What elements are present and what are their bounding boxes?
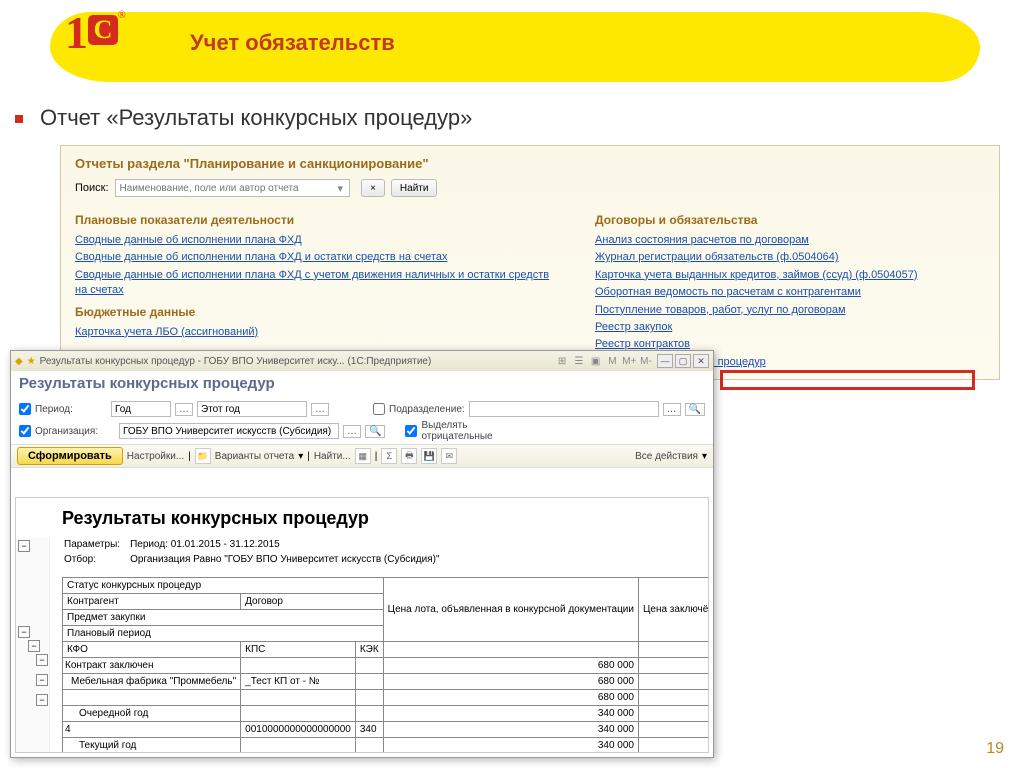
report-link[interactable]: Реестр закупок xyxy=(595,320,975,335)
th: Предмет закупки xyxy=(63,610,384,626)
save-icon[interactable]: 💾 xyxy=(421,448,437,464)
ellipsis-button[interactable]: … xyxy=(311,403,329,416)
section-plan-title: Плановые показатели деятельности xyxy=(75,213,555,227)
fav-icon[interactable]: ★ xyxy=(27,356,36,367)
tb-icon[interactable]: ⊞ xyxy=(555,356,569,367)
all-actions-link[interactable]: Все действия xyxy=(635,451,698,462)
find-link[interactable]: Найти... xyxy=(314,451,351,462)
table-row[interactable]: 680 000568 000112 000 xyxy=(63,690,710,706)
th: Статус конкурсных процедур xyxy=(63,578,384,594)
maximize-button[interactable]: ▢ xyxy=(675,354,691,368)
period-type-input[interactable] xyxy=(111,401,171,417)
data-table: Статус конкурсных процедур Цена лота, об… xyxy=(62,577,709,753)
bullet-icon xyxy=(15,115,23,123)
window-titlebar[interactable]: ◆ ★ Результаты конкурсных процедур - ГОБ… xyxy=(11,351,713,371)
report-link[interactable]: Сводные данные об исполнении плана ФХД xyxy=(75,233,555,248)
minimize-button[interactable]: — xyxy=(657,354,673,368)
report-link[interactable]: Поступление товаров, работ, услуг по дог… xyxy=(595,303,975,318)
search-dropdown-icon[interactable]: ▾ xyxy=(338,182,344,195)
report-header: Результаты конкурсных процедур xyxy=(11,371,713,396)
neg-checkbox[interactable] xyxy=(405,425,417,437)
neg-label: Выделять отрицательные xyxy=(421,420,501,442)
report-params: Параметры:Период: 01.01.2015 - 31.12.201… xyxy=(62,537,450,569)
search-icon[interactable]: 🔍 xyxy=(685,403,705,416)
highlight-rectangle xyxy=(720,370,975,390)
table-row[interactable]: 40010000000000000000340340 000284 00056 … xyxy=(63,722,710,738)
tree-gutter: − − − − − − xyxy=(16,538,50,752)
variants-link[interactable]: Варианты отчета xyxy=(215,451,294,462)
th: КЭК xyxy=(355,642,383,658)
folder-icon[interactable]: 📁 xyxy=(195,448,211,464)
tb-icon[interactable]: M xyxy=(605,356,619,367)
th: Плановый период xyxy=(63,626,384,642)
report-link[interactable]: Сводные данные об исполнении плана ФХД с… xyxy=(75,268,555,299)
period-value-input[interactable] xyxy=(197,401,307,417)
podr-input[interactable] xyxy=(469,401,659,417)
ellipsis-button[interactable]: … xyxy=(175,403,193,416)
period-checkbox[interactable] xyxy=(19,403,31,415)
logo-1c: 1C® xyxy=(65,10,126,56)
th: Контрагент xyxy=(63,594,241,610)
slide-subtitle: Отчет «Результаты конкурсных процедур» xyxy=(40,105,472,131)
th: Договор xyxy=(241,594,384,610)
report-link[interactable]: Журнал регистрации обязательств (ф.05040… xyxy=(595,250,975,265)
reports-heading: Отчеты раздела "Планирование и санкциони… xyxy=(75,156,985,171)
table-row[interactable]: Очередной год340 000284 00056 000 xyxy=(63,706,710,722)
report-link[interactable]: Карточка учета выданных кредитов, займов… xyxy=(595,268,975,283)
tb-icon[interactable]: ▣ xyxy=(589,356,603,367)
th: КПС xyxy=(241,642,356,658)
settings-link[interactable]: Настройки... xyxy=(127,451,184,462)
org-checkbox[interactable] xyxy=(19,425,31,437)
collapse-toggle[interactable]: − xyxy=(36,674,48,686)
table-row[interactable]: Контракт заключен680 000568 000112 000 xyxy=(63,658,710,674)
search-input[interactable] xyxy=(115,179,350,197)
podr-label: Подразделение: xyxy=(389,404,465,415)
collapse-toggle[interactable]: − xyxy=(28,640,40,652)
page-number: 19 xyxy=(986,740,1004,758)
sum-icon[interactable]: Σ xyxy=(381,448,397,464)
th: Цена заключённого контракта xyxy=(638,578,709,642)
collapse-toggle[interactable]: − xyxy=(36,694,48,706)
window-1c: ◆ ★ Результаты конкурсных процедур - ГОБ… xyxy=(10,350,714,758)
tb-icon[interactable]: M+ xyxy=(622,356,636,367)
mail-icon[interactable]: ✉ xyxy=(441,448,457,464)
section-contracts-title: Договоры и обязательства xyxy=(595,213,975,227)
report-body: − − − − − − Результаты конкурсных процед… xyxy=(15,497,709,753)
window-title-text: Результаты конкурсных процедур - ГОБУ ВП… xyxy=(40,356,551,367)
clear-search-button[interactable]: × xyxy=(361,179,385,197)
report-link[interactable]: Оборотная ведомость по расчетам с контра… xyxy=(595,285,975,300)
close-button[interactable]: ✕ xyxy=(693,354,709,368)
podr-checkbox[interactable] xyxy=(373,403,385,415)
table-icon[interactable]: ▦ xyxy=(355,448,371,464)
ellipsis-button[interactable]: … xyxy=(663,403,681,416)
period-label: Период: xyxy=(35,404,107,415)
tb-icon[interactable]: M- xyxy=(639,356,653,367)
run-button[interactable]: Сформировать xyxy=(17,447,123,465)
org-input[interactable] xyxy=(119,423,339,439)
ellipsis-button[interactable]: … xyxy=(343,425,361,438)
table-row[interactable]: Текущий год340 000284 00056 000 xyxy=(63,738,710,754)
find-button[interactable]: Найти xyxy=(391,179,438,197)
report-link[interactable]: Карточка учета ЛБО (ассигнований) xyxy=(75,325,555,340)
table-row[interactable]: Мебельная фабрика "Проммебель"_Тест КП о… xyxy=(63,674,710,690)
org-label: Организация: xyxy=(35,426,115,437)
toolbar: Сформировать Настройки... | 📁 Варианты о… xyxy=(11,444,713,468)
reports-panel: Отчеты раздела "Планирование и санкциони… xyxy=(60,145,1000,380)
search-label: Поиск: xyxy=(75,182,109,194)
report-link[interactable]: Анализ состояния расчетов по договорам xyxy=(595,233,975,248)
app-icon: ◆ xyxy=(15,356,23,367)
tb-icon[interactable]: ☰ xyxy=(572,356,586,367)
search-icon[interactable]: 🔍 xyxy=(365,425,385,438)
th: КФО xyxy=(63,642,241,658)
collapse-toggle[interactable]: − xyxy=(18,540,30,552)
slide-title: Учет обязательств xyxy=(190,30,395,56)
th: Цена лота, объявленная в конкурсной доку… xyxy=(383,578,638,642)
print-icon[interactable]: 🖶 xyxy=(401,448,417,464)
collapse-toggle[interactable]: − xyxy=(36,654,48,666)
section-budget-title: Бюджетные данные xyxy=(75,305,555,319)
collapse-toggle[interactable]: − xyxy=(18,626,30,638)
report-link[interactable]: Сводные данные об исполнении плана ФХД и… xyxy=(75,250,555,265)
report-title: Результаты конкурсных процедур xyxy=(62,508,698,529)
